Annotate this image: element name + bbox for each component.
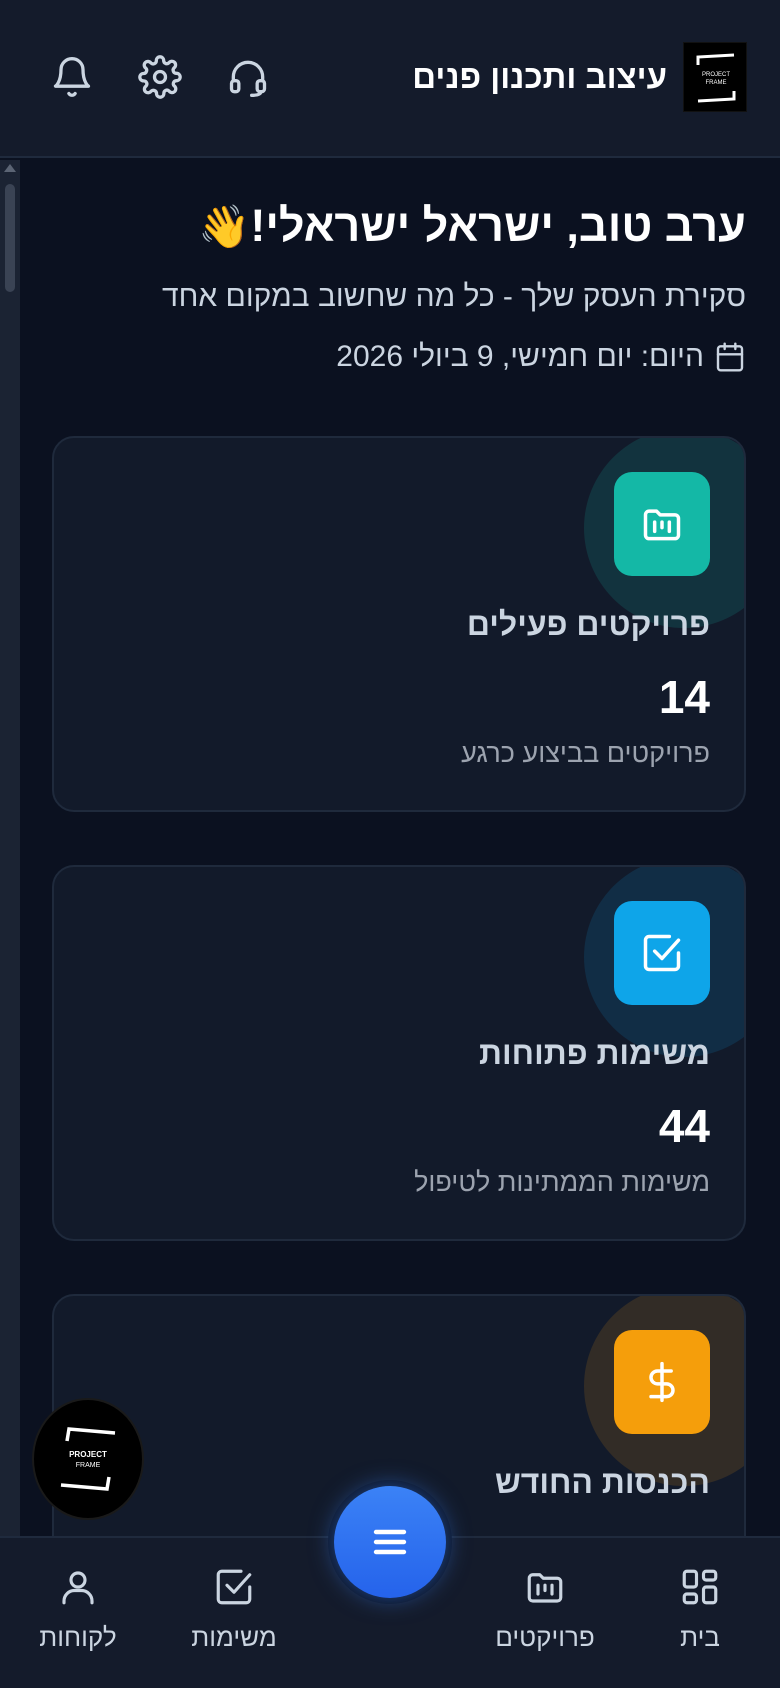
user-icon	[62, 1571, 94, 1605]
nav-item-home[interactable]: בית	[630, 1566, 770, 1676]
svg-text:PROJECT: PROJECT	[702, 72, 730, 78]
wave-emoji-icon: 👋	[198, 203, 251, 250]
brand-logo[interactable]: PROJECT FRAME	[683, 42, 747, 112]
card-value: 14	[658, 671, 710, 723]
nav-item-projects[interactable]: פרויקטים	[475, 1566, 615, 1676]
card-title: פרויקטים פעילים	[466, 606, 710, 642]
nav-item-clients[interactable]: לקוחות	[8, 1566, 148, 1676]
dollar-icon	[614, 1330, 710, 1434]
logo-frame-icon: PROJECT FRAME	[696, 53, 736, 103]
nav-label: בית	[680, 1622, 720, 1652]
menu-icon	[373, 1529, 407, 1555]
gear-icon[interactable]	[138, 55, 182, 99]
date-row: היום: יום חמישי, 9 ביולי 2026	[336, 340, 746, 374]
folder-icon	[527, 1573, 563, 1603]
nav-item-tasks[interactable]: משימות	[164, 1566, 304, 1676]
nav-label: משימות	[191, 1622, 277, 1652]
stat-card-open-tasks[interactable]: משימות פתוחות 44 משימות הממתינות לטיפול	[52, 865, 746, 1241]
grid-icon	[682, 1569, 718, 1605]
menu-fab-button[interactable]	[334, 1486, 446, 1598]
svg-text:PROJECT: PROJECT	[69, 1450, 107, 1459]
floating-brand-logo[interactable]: PROJECT FRAME	[32, 1398, 144, 1520]
greeting-heading: ערב טוב, ישראל ישראלי!👋	[190, 200, 746, 252]
folder-icon	[614, 472, 710, 576]
scroll-up-arrow[interactable]	[4, 164, 16, 172]
page-subtitle: סקירת העסק שלך - כל מה שחשוב במקום אחד	[161, 280, 746, 313]
card-title: הכנסות החודש	[494, 1464, 710, 1500]
today-date: היום: יום חמישי, 9 ביולי 2026	[336, 340, 704, 373]
greeting-text: ערב טוב, ישראל ישראלי!	[250, 200, 746, 251]
stat-card-active-projects[interactable]: פרויקטים פעילים 14 פרויקטים בביצוע כרגע	[52, 436, 746, 812]
nav-label: פרויקטים	[495, 1622, 595, 1652]
top-header: PROJECT FRAME עיצוב ותכנון פנים	[0, 0, 780, 158]
headset-icon[interactable]	[226, 55, 270, 99]
card-value: 44	[658, 1100, 710, 1152]
svg-text:FRAME: FRAME	[76, 1462, 101, 1469]
bell-icon[interactable]	[50, 55, 94, 99]
card-subtitle: פרויקטים בביצוע כרגע	[461, 738, 710, 768]
checkbox-icon	[614, 901, 710, 1005]
logo-frame-icon: PROJECT FRAME	[60, 1427, 116, 1491]
nav-label: לקוחות	[39, 1622, 117, 1652]
left-rail	[0, 160, 20, 1536]
svg-text:FRAME: FRAME	[706, 80, 727, 86]
card-subtitle: משימות הממתינות לטיפול	[414, 1167, 710, 1197]
scrollbar-thumb[interactable]	[5, 184, 15, 292]
checkbox-icon	[216, 1569, 252, 1605]
app-root: PROJECT FRAME עיצוב ותכנון פנים ערב טוב,…	[0, 0, 780, 1688]
calendar-icon	[716, 342, 744, 372]
brand-title: עיצוב ותכנון פנים	[412, 58, 667, 95]
card-title: משימות פתוחות	[479, 1035, 710, 1071]
